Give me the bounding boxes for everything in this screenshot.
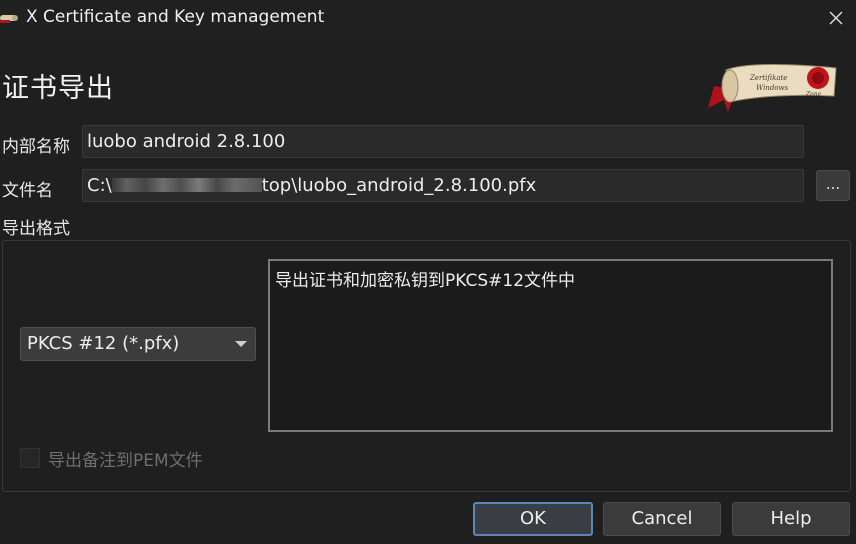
internal-name-label: 内部名称 (2, 137, 70, 157)
ok-button[interactable]: OK (473, 502, 593, 536)
page-title: 证书导出 (2, 73, 114, 104)
filename-prefix: C:\ (87, 175, 112, 196)
svg-text:Zertifikate: Zertifikate (749, 74, 787, 82)
browse-button[interactable]: ... (816, 170, 850, 201)
internal-name-value: luobo android 2.8.100 (87, 131, 286, 152)
export-format-select[interactable]: PKCS #12 (*.pfx) (20, 327, 256, 361)
pem-comment-checkbox-row: 导出备注到PEM文件 (20, 446, 203, 471)
xca-logo-icon: Zertifikate Windows Zone (706, 56, 844, 116)
export-format-selected: PKCS #12 (*.pfx) (27, 333, 180, 354)
svg-text:Windows: Windows (756, 84, 789, 92)
export-format-label: 导出格式 (2, 219, 70, 239)
pem-comment-checkbox[interactable] (20, 448, 40, 468)
internal-name-input[interactable]: luobo android 2.8.100 (82, 125, 804, 158)
scroll-icon (0, 10, 18, 24)
window-title: X Certificate and Key management (26, 7, 325, 27)
svg-text:Zone: Zone (805, 91, 822, 98)
filename-label: 文件名 (2, 181, 53, 201)
cancel-button[interactable]: Cancel (603, 502, 721, 536)
format-description-box: 导出证书和加密私钥到PKCS#12文件中 (268, 259, 833, 432)
chevron-down-icon (235, 341, 247, 347)
help-button[interactable]: Help (732, 502, 850, 536)
close-icon[interactable] (818, 0, 854, 36)
pem-comment-checkbox-label: 导出备注到PEM文件 (48, 450, 203, 471)
filename-suffix: top\luobo_android_2.8.100.pfx (261, 175, 537, 196)
format-description-text: 导出证书和加密私钥到PKCS#12文件中 (275, 271, 576, 291)
redacted-path (111, 178, 262, 192)
title-bar: X Certificate and Key management (0, 0, 856, 36)
filename-input[interactable]: C:\ top\luobo_android_2.8.100.pfx (82, 169, 804, 202)
